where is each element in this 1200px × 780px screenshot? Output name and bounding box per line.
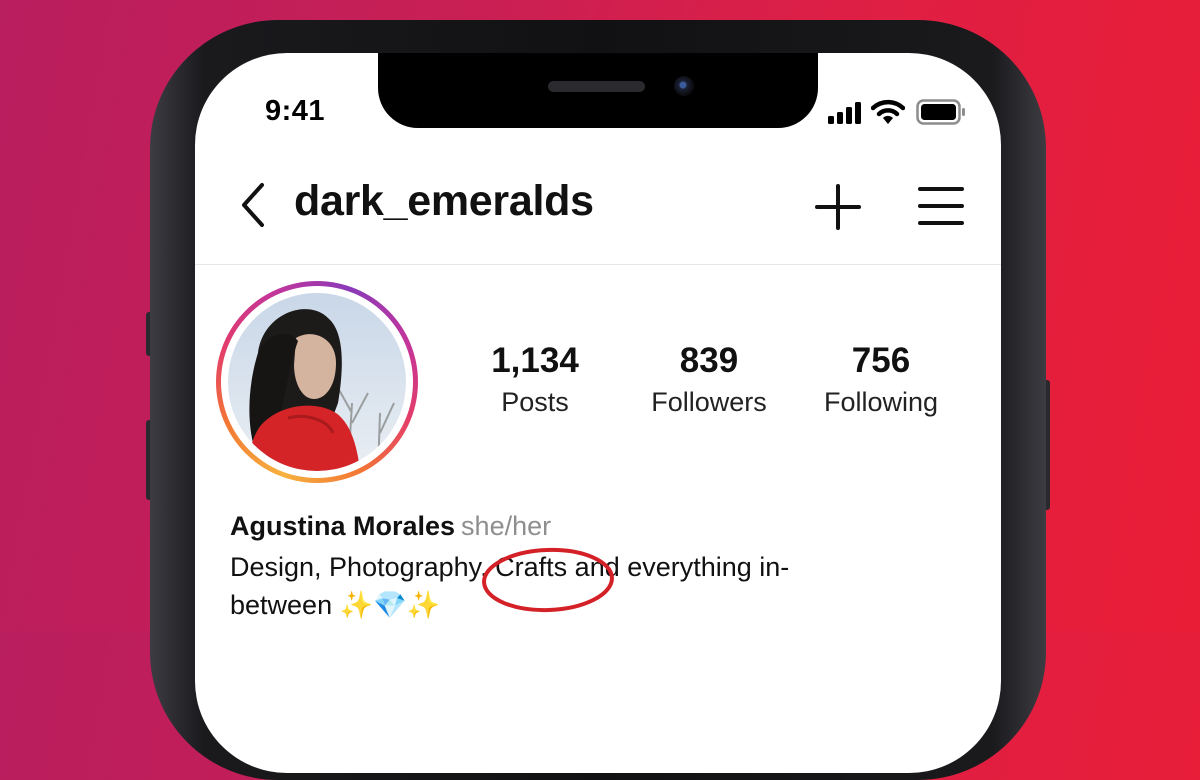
stat-followers[interactable]: 839 Followers — [639, 341, 779, 418]
stat-following[interactable]: 756 Following — [811, 341, 951, 418]
battery-icon — [916, 99, 965, 125]
following-count: 756 — [851, 341, 911, 380]
avatar[interactable] — [228, 293, 406, 471]
followers-count: 839 — [679, 341, 739, 380]
hamburger-menu-icon[interactable] — [918, 185, 964, 227]
stat-posts[interactable]: 1,134 Posts — [485, 341, 585, 418]
profile-pronouns: she/her — [461, 511, 552, 541]
avatar-photo — [228, 293, 406, 471]
posts-label: Posts — [501, 387, 569, 417]
following-label: Following — [823, 387, 939, 417]
earpiece-speaker — [548, 81, 645, 92]
followers-label: Followers — [651, 387, 767, 417]
front-camera — [674, 76, 694, 96]
wifi-icon — [871, 99, 905, 124]
profile-username: dark_emeralds — [294, 177, 594, 225]
plus-icon[interactable] — [815, 184, 861, 230]
status-time: 9:41 — [265, 95, 326, 127]
posts-count: 1,134 — [491, 341, 579, 380]
profile-name: Agustina Morales — [230, 511, 456, 541]
story-ring[interactable] — [216, 281, 418, 483]
bio-name-row: Agustina Morales she/her — [230, 511, 970, 542]
phone-screen: 9:41 dark_emeralds 1,134 Posts 839 Follo… — [195, 53, 1001, 773]
cellular-signal-icon — [828, 102, 861, 124]
annotation-circle — [482, 547, 614, 613]
header-divider — [195, 264, 1001, 265]
back-chevron-icon[interactable] — [238, 181, 268, 229]
